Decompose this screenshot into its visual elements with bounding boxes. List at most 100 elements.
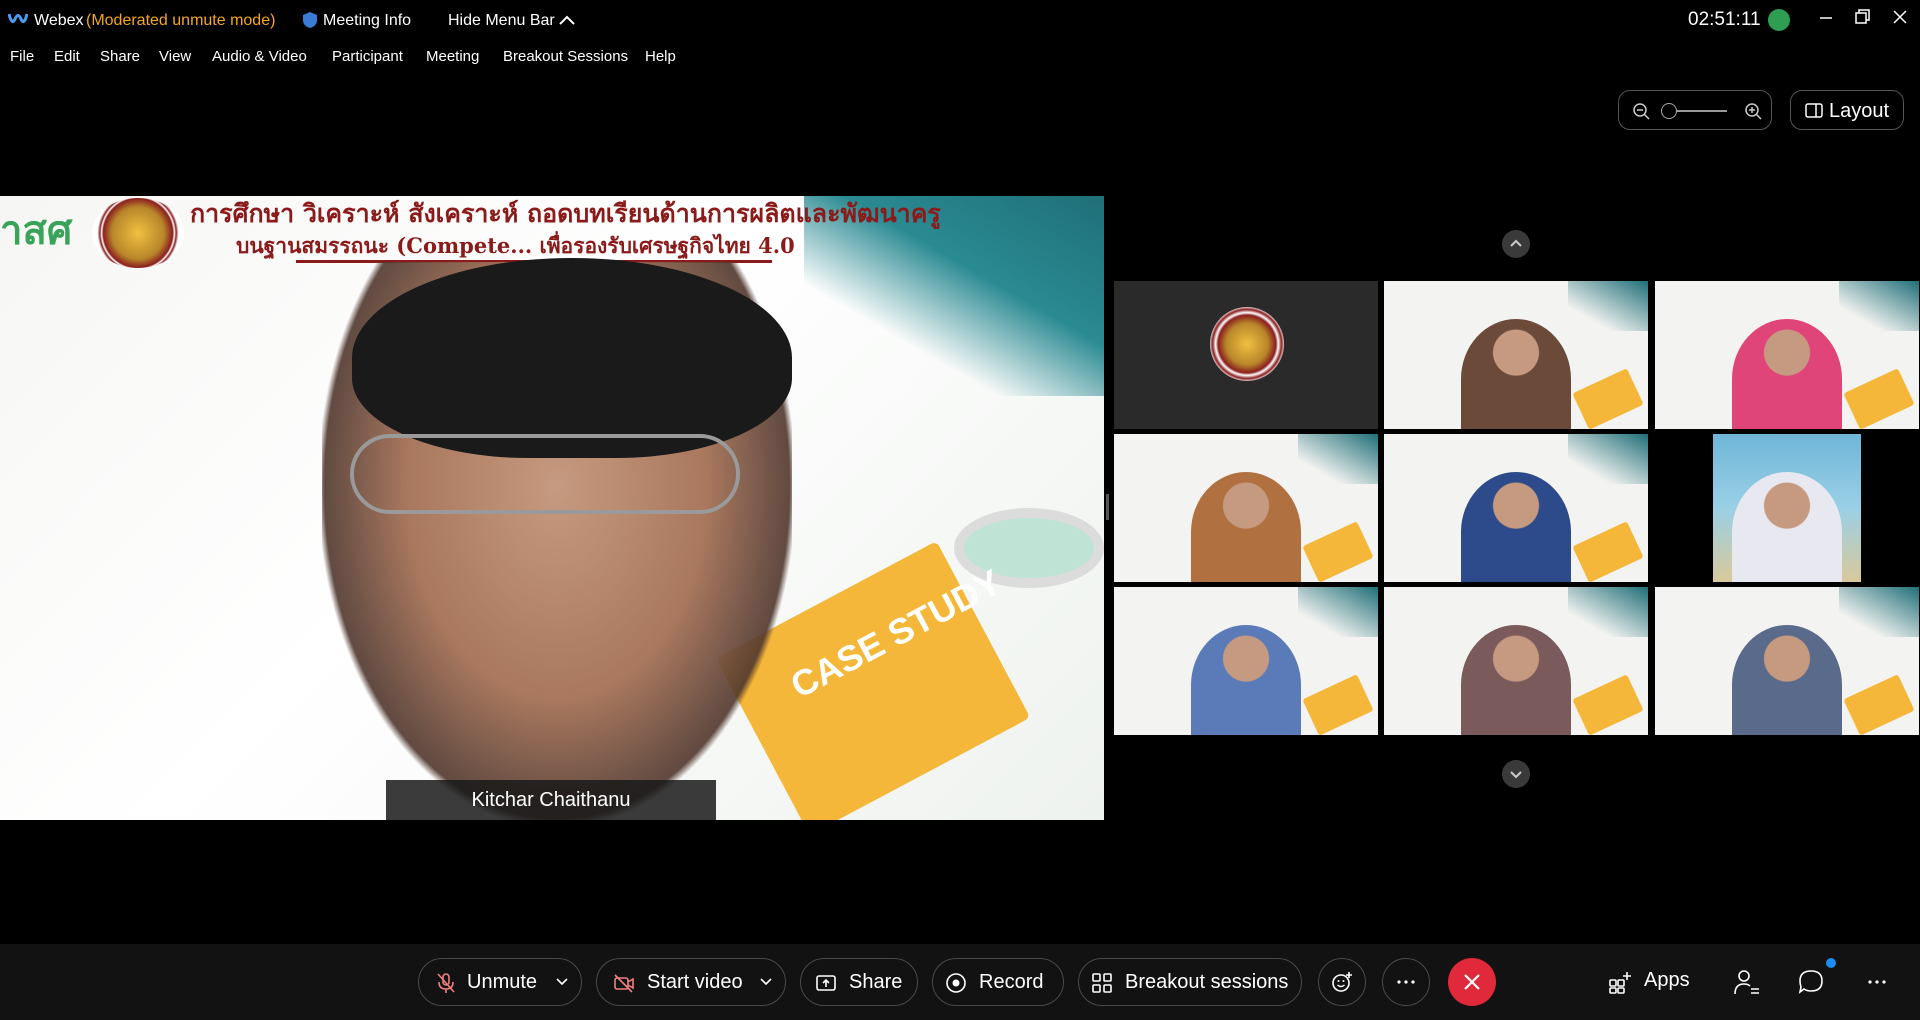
- close-icon: [1464, 974, 1480, 990]
- more-options-button[interactable]: [1382, 958, 1430, 1006]
- shield-icon[interactable]: [302, 11, 318, 29]
- chevron-up-icon[interactable]: [558, 14, 576, 26]
- layout-button[interactable]: Layout: [1790, 90, 1904, 130]
- participant-figure: [1732, 625, 1842, 735]
- participant-figure: [1732, 319, 1842, 429]
- breakout-sessions-label: Breakout sessions: [1125, 971, 1289, 993]
- unmute-label: Unmute: [467, 971, 538, 993]
- speaker-name: Kitchar Chaithanu: [471, 789, 631, 811]
- minimize-icon[interactable]: [1816, 8, 1836, 28]
- apps-button[interactable]: Apps: [1608, 968, 1692, 996]
- slide-seal-logo: [92, 198, 184, 268]
- zoom-control: [1618, 90, 1772, 130]
- layout-label: Layout: [1829, 100, 1890, 122]
- zoom-slider-handle[interactable]: [1661, 103, 1677, 119]
- hide-menu-bar-button[interactable]: Hide Menu Bar: [448, 12, 555, 30]
- apps-icon: [1609, 972, 1631, 994]
- title-bar: Webex (Moderated unmute mode) Meeting In…: [0, 0, 1920, 42]
- muted-mic-icon: [437, 973, 455, 993]
- menu-participant[interactable]: Participant: [332, 48, 403, 65]
- case-study-book-illustration: [1572, 674, 1644, 735]
- menu-audio-video[interactable]: Audio & Video: [212, 48, 307, 65]
- slide-title-line1: การศึกษา วิเคราะห์ สังเคราะห์ ถอดบทเรียน…: [190, 199, 941, 228]
- slide-background-accent: [1568, 434, 1648, 484]
- speaker-glasses: [350, 434, 740, 514]
- menu-share[interactable]: Share: [100, 48, 140, 65]
- participant-video-tile[interactable]: [1384, 587, 1648, 735]
- active-speaker-video[interactable]: าสศ การศึกษา วิเคราะห์ สังเคราะห์ ถอดบทเ…: [0, 196, 1104, 820]
- participant-figure: [1461, 472, 1571, 582]
- close-icon[interactable]: [1890, 7, 1910, 27]
- slide-background-accent: [1298, 587, 1378, 637]
- chat-notification-dot: [1826, 958, 1836, 968]
- participant-video-tile[interactable]: [1114, 434, 1378, 582]
- slide-background-accent: [1298, 434, 1378, 484]
- layout-icon: [1805, 103, 1823, 118]
- more-dots-icon: [1397, 980, 1415, 984]
- more-menu-icon[interactable]: [1866, 968, 1888, 996]
- zoom-slider-track[interactable]: [1669, 110, 1727, 112]
- participant-video-tile[interactable]: [1114, 281, 1378, 429]
- case-study-book-illustration: [1572, 368, 1644, 429]
- meeting-control-bar: Unmute Start video Share Record Breakout…: [0, 944, 1920, 1020]
- zoom-out-icon[interactable]: [1631, 101, 1651, 121]
- participant-figure: [1461, 319, 1571, 429]
- speaker-name-label: Kitchar Chaithanu: [386, 780, 716, 820]
- participant-video-tile[interactable]: [1655, 434, 1919, 582]
- participant-figure: [1461, 625, 1571, 735]
- restore-icon[interactable]: [1852, 7, 1872, 27]
- slide-background-accent: [1568, 281, 1648, 331]
- record-button[interactable]: Record: [932, 958, 1064, 1006]
- menu-view[interactable]: View: [159, 48, 191, 65]
- participants-icon[interactable]: [1734, 968, 1760, 996]
- menu-meeting[interactable]: Meeting: [426, 48, 479, 65]
- video-off-icon: [614, 974, 634, 993]
- slide-logo-text: าสศ: [0, 209, 73, 253]
- slide-title-line2: บนฐานสมรรถนะ (Compete... เพื่อรองรับเศรษ…: [236, 233, 795, 258]
- menu-edit[interactable]: Edit: [54, 48, 80, 65]
- case-study-book-illustration: [1302, 521, 1374, 582]
- start-video-button[interactable]: Start video: [596, 958, 786, 1006]
- menu-breakout-sessions[interactable]: Breakout Sessions: [503, 48, 628, 65]
- gallery-scroll-down-icon[interactable]: [1502, 760, 1530, 788]
- case-study-book-illustration: [1843, 674, 1915, 735]
- pane-resize-handle[interactable]: [1106, 494, 1109, 520]
- case-study-book-illustration: [1843, 368, 1915, 429]
- gallery-scroll-up-icon[interactable]: [1502, 230, 1530, 258]
- start-video-label: Start video: [647, 971, 743, 993]
- leave-meeting-button[interactable]: [1448, 958, 1496, 1006]
- unmute-button[interactable]: Unmute: [418, 958, 582, 1006]
- chat-icon[interactable]: [1798, 968, 1824, 996]
- unmute-mode-label: (Moderated unmute mode): [86, 12, 276, 29]
- meeting-info-button[interactable]: Meeting Info: [323, 12, 411, 30]
- zoom-in-icon[interactable]: [1743, 101, 1763, 121]
- participant-video-tile[interactable]: [1384, 281, 1648, 429]
- record-icon: [946, 973, 966, 993]
- participant-video-tile[interactable]: [1384, 434, 1648, 582]
- participant-figure: [1732, 472, 1842, 582]
- participant-video-tile[interactable]: [1655, 587, 1919, 735]
- menu-file[interactable]: File: [10, 48, 34, 65]
- participant-video-tile[interactable]: [1655, 281, 1919, 429]
- speaker-hair: [352, 258, 792, 458]
- menu-help[interactable]: Help: [645, 48, 676, 65]
- case-study-book-illustration: [1572, 521, 1644, 582]
- record-label: Record: [979, 971, 1044, 993]
- breakout-grid-icon: [1092, 973, 1112, 993]
- apps-label: Apps: [1644, 969, 1690, 991]
- slide-background-accent: [1839, 281, 1919, 331]
- share-label: Share: [849, 971, 903, 993]
- participant-figure: [1191, 472, 1301, 582]
- slide-background-accent: [1839, 587, 1919, 637]
- breakout-sessions-button[interactable]: Breakout sessions: [1078, 958, 1302, 1006]
- share-screen-icon: [816, 975, 836, 991]
- emoji-reaction-icon: [1332, 972, 1352, 992]
- network-stats-icon[interactable]: [1768, 9, 1790, 31]
- case-study-book-illustration: [1302, 674, 1374, 735]
- chevron-down-icon[interactable]: [759, 977, 773, 987]
- share-button[interactable]: Share: [800, 958, 918, 1006]
- slide-background-accent: [1568, 587, 1648, 637]
- participant-video-tile[interactable]: [1114, 587, 1378, 735]
- reactions-button[interactable]: [1318, 958, 1366, 1006]
- chevron-down-icon[interactable]: [555, 977, 569, 987]
